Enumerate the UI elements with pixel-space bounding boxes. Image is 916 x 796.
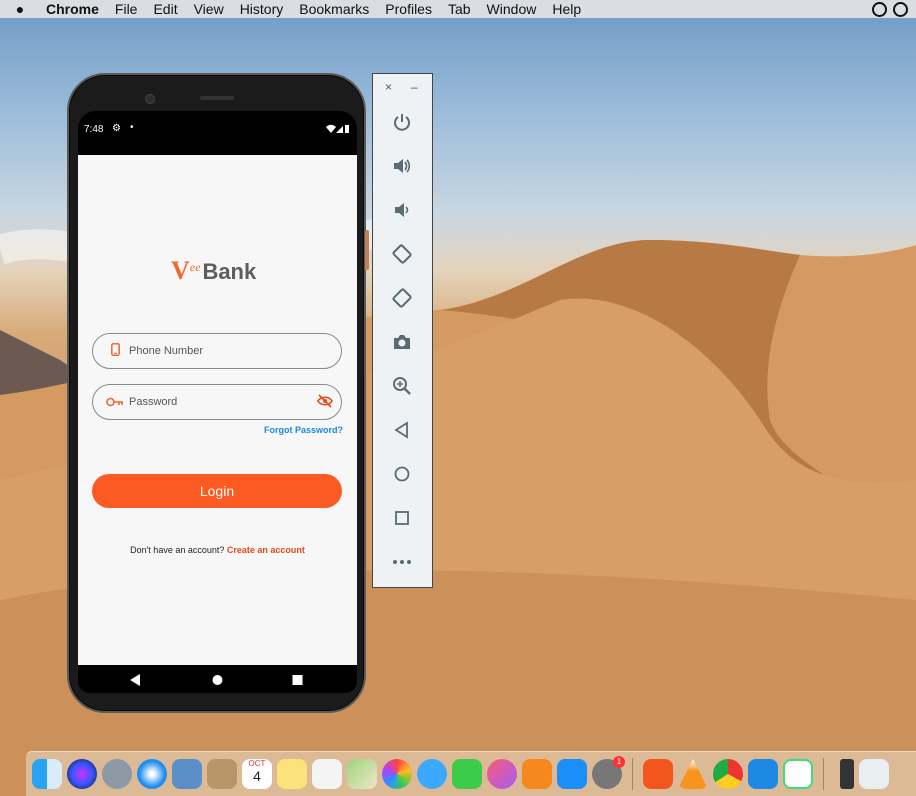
menu-help[interactable]: Help bbox=[544, 0, 589, 18]
veebank-login-screen: V ee Bank Forgot Password? L bbox=[78, 155, 357, 665]
siri-icon[interactable] bbox=[67, 759, 97, 789]
mac-dock: OCT 4 1 bbox=[26, 751, 916, 796]
maps-icon[interactable] bbox=[347, 759, 377, 789]
phone-screen: 7:48 ⚙ • V ee Bank Phone Number Forgot P… bbox=[78, 111, 357, 693]
emulator-window-icon[interactable] bbox=[840, 759, 854, 789]
android-studio-icon[interactable] bbox=[783, 759, 813, 789]
veebank-logo: V ee Bank bbox=[171, 256, 256, 286]
system-preferences-icon[interactable]: 1 bbox=[592, 756, 625, 789]
password-input[interactable] bbox=[129, 396, 309, 408]
launchpad-icon[interactable] bbox=[102, 759, 132, 789]
minimize-emulator-button[interactable]: – bbox=[411, 80, 418, 94]
phone-number-input[interactable] bbox=[129, 345, 309, 357]
more-icon[interactable] bbox=[387, 547, 417, 577]
menu-bookmarks[interactable]: Bookmarks bbox=[291, 0, 377, 18]
adobe-status-icon[interactable] bbox=[872, 1, 887, 17]
menu-profiles[interactable]: Profiles bbox=[377, 0, 440, 18]
apple-menu-icon[interactable]: ● bbox=[0, 1, 40, 17]
volume-down-icon[interactable] bbox=[387, 195, 417, 225]
power-icon[interactable] bbox=[387, 107, 417, 137]
camera-icon[interactable] bbox=[387, 327, 417, 357]
app-store-icon[interactable] bbox=[557, 759, 587, 789]
wifi-signal-icon bbox=[326, 124, 349, 133]
key-icon bbox=[101, 395, 129, 410]
overview-icon[interactable] bbox=[387, 503, 417, 533]
android-nav-bar bbox=[78, 665, 357, 693]
menu-file[interactable]: File bbox=[107, 0, 146, 18]
facetime-icon[interactable] bbox=[452, 759, 482, 789]
signup-prompt: Don't have an account? Create an account bbox=[78, 545, 357, 555]
finder-icon[interactable] bbox=[32, 759, 62, 789]
notes-icon[interactable] bbox=[277, 759, 307, 789]
photos-icon[interactable] bbox=[382, 759, 412, 789]
logo-bank: Bank bbox=[202, 259, 257, 284]
password-field[interactable] bbox=[92, 384, 342, 420]
menu-edit[interactable]: Edit bbox=[145, 0, 185, 18]
earpiece-speaker bbox=[200, 96, 234, 100]
calendar-month: OCT bbox=[248, 759, 266, 768]
menubar-status-icons bbox=[872, 1, 916, 17]
books-icon[interactable] bbox=[522, 759, 552, 789]
forgot-password-link[interactable]: Forgot Password? bbox=[264, 425, 343, 435]
menu-app-name[interactable]: Chrome bbox=[40, 0, 107, 18]
device-side-button[interactable] bbox=[365, 230, 369, 270]
keyboard-viewer-icon[interactable] bbox=[859, 759, 889, 789]
settings-status-icon: ⚙ bbox=[112, 123, 121, 134]
dock-separator bbox=[632, 758, 633, 790]
contacts-icon[interactable] bbox=[207, 759, 237, 789]
status-time: 7:48 bbox=[84, 124, 104, 135]
volume-up-icon[interactable] bbox=[387, 151, 417, 181]
reminders-icon[interactable] bbox=[312, 759, 342, 789]
creative-cloud-icon[interactable] bbox=[893, 1, 908, 17]
nav-back-icon[interactable] bbox=[130, 673, 141, 691]
emulator-toolbar: × – bbox=[372, 73, 433, 588]
dock-separator-2 bbox=[823, 758, 824, 790]
nav-home-icon[interactable] bbox=[212, 673, 223, 691]
mail-icon[interactable] bbox=[172, 759, 202, 789]
home-icon[interactable] bbox=[387, 459, 417, 489]
login-button[interactable]: Login bbox=[92, 474, 342, 508]
music-icon[interactable] bbox=[487, 759, 517, 789]
phone-icon bbox=[101, 343, 129, 359]
menu-window[interactable]: Window bbox=[479, 0, 545, 18]
android-status-bar: 7:48 ⚙ • bbox=[78, 111, 357, 155]
signup-text: Don't have an account? bbox=[130, 545, 225, 555]
vlc-icon[interactable] bbox=[678, 759, 708, 789]
zoom-icon[interactable] bbox=[387, 371, 417, 401]
phone-number-field[interactable] bbox=[92, 333, 342, 369]
calendar-icon[interactable]: OCT 4 bbox=[242, 759, 272, 789]
rotate-left-icon[interactable] bbox=[387, 239, 417, 269]
android-emulator-device: 7:48 ⚙ • V ee Bank Phone Number Forgot P… bbox=[67, 73, 369, 713]
messages-icon[interactable] bbox=[417, 759, 447, 789]
menu-tab[interactable]: Tab bbox=[440, 0, 479, 18]
sketch-pen-icon[interactable] bbox=[643, 759, 673, 789]
nav-overview-icon[interactable] bbox=[292, 673, 303, 691]
signal-battery-icons bbox=[325, 124, 349, 133]
calendar-day: 4 bbox=[253, 768, 261, 784]
menu-view[interactable]: View bbox=[186, 0, 232, 18]
menu-history[interactable]: History bbox=[232, 0, 292, 18]
toggle-password-visibility-icon[interactable] bbox=[317, 394, 333, 413]
close-emulator-button[interactable]: × bbox=[385, 80, 392, 94]
chrome-icon[interactable] bbox=[713, 759, 743, 789]
logo-ee: ee bbox=[189, 260, 201, 274]
update-badge: 1 bbox=[613, 756, 625, 768]
logo-v: V bbox=[171, 256, 190, 285]
rotate-right-icon[interactable] bbox=[387, 283, 417, 313]
create-account-link[interactable]: Create an account bbox=[227, 545, 305, 555]
toolbar-window-controls: × – bbox=[373, 80, 432, 96]
mac-menubar: ● Chrome File Edit View History Bookmark… bbox=[0, 0, 916, 18]
notification-dot-icon: • bbox=[130, 122, 134, 133]
front-camera bbox=[145, 94, 155, 104]
back-icon[interactable] bbox=[387, 415, 417, 445]
vscode-icon[interactable] bbox=[748, 759, 778, 789]
safari-icon[interactable] bbox=[137, 759, 167, 789]
